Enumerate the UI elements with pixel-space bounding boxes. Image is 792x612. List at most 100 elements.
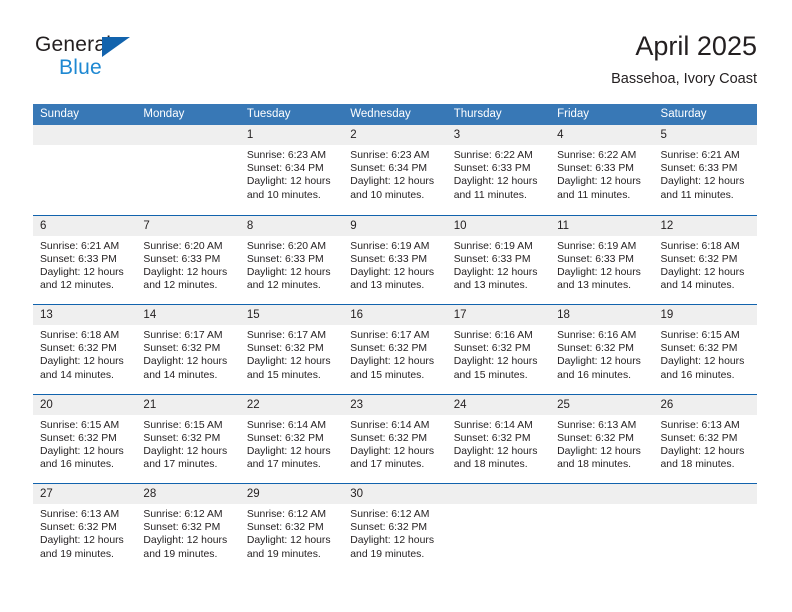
day-number: 9 (350, 219, 357, 232)
day-number: 29 (246, 488, 260, 500)
day-number-band: 24 (446, 394, 551, 415)
day-details: Sunrise: 6:20 AM Sunset: 6:33 PM Daylight:… (240, 236, 343, 293)
sunset-line: Sunset: 6:34 PM (350, 163, 428, 175)
day-number-band: 4 (550, 125, 654, 145)
day-details: Sunrise: 6:14 AM Sunset: 6:32 PM Daylight:… (343, 415, 446, 472)
calendar-day-cell[interactable]: 20 Sunrise: 6:15 AM Sunset: 6:32 PM Dayligh… (33, 394, 137, 484)
weekday-header-sunday: Sunday (40, 108, 80, 120)
calendar-day-cell[interactable]: 11 Sunrise: 6:19 AM Sunset: 6:33 PM Dayligh… (550, 215, 654, 305)
calendar-day-cell[interactable]: 19 Sunrise: 6:15 AM Sunset: 6:32 PM Dayligh… (653, 305, 757, 394)
daylight-line-1: Daylight: 12 hours (557, 266, 641, 278)
day-number-band (136, 125, 240, 145)
calendar-day-cell[interactable]: 27 Sunrise: 6:13 AM Sunset: 6:32 PM Dayligh… (33, 484, 137, 573)
calendar-day-cell[interactable]: 12 Sunrise: 6:18 AM Sunset: 6:32 PM Dayligh… (653, 215, 757, 305)
daylight-line-1: Daylight: 12 hours (40, 356, 124, 368)
sunset-line: Sunset: 6:33 PM (246, 253, 324, 265)
daylight-line-1: Daylight: 12 hours (246, 176, 331, 188)
day-details: Sunrise: 6:12 AM Sunset: 6:32 PM Daylight:… (343, 504, 446, 561)
calendar-day-cell[interactable]: 24 Sunrise: 6:14 AM Sunset: 6:32 PM Dayligh… (446, 394, 551, 484)
general-blue-logo[interactable]: General Blue (35, 33, 185, 83)
sunrise-line: Sunrise: 6:14 AM (350, 419, 430, 431)
calendar-day-cell[interactable]: 28 Sunrise: 6:12 AM Sunset: 6:32 PM Dayligh… (136, 484, 240, 573)
weekday-header-tuesday: Tuesday (246, 108, 291, 120)
day-number-band: 3 (446, 125, 551, 145)
day-number-band: 15 (239, 305, 344, 325)
sunrise-line: Sunrise: 6:12 AM (143, 509, 223, 520)
calendar-day-cell[interactable]: 9 Sunrise: 6:19 AM Sunset: 6:33 PM Daylight… (343, 215, 447, 305)
day-number: 24 (453, 398, 467, 411)
day-number-band: 12 (653, 215, 757, 236)
calendar-day-cell[interactable]: 6 Sunrise: 6:21 AM Sunset: 6:33 PM Daylight… (33, 215, 137, 305)
calendar-day-cell[interactable]: 7 Sunrise: 6:20 AM Sunset: 6:33 PM Daylight… (136, 215, 240, 305)
day-number: 26 (660, 398, 674, 411)
daylight-line-1: Daylight: 12 hours (246, 535, 331, 547)
sunrise-line: Sunrise: 6:21 AM (660, 150, 740, 161)
calendar-grid: Sunday Monday Tuesday Wednesday Thursday Frid… (33, 104, 757, 573)
calendar-day-cell[interactable]: 15 Sunrise: 6:17 AM Sunset: 6:32 PM Dayligh… (239, 305, 344, 394)
daylight-line-2: and 18 minutes. (453, 459, 528, 471)
calendar-day-cell[interactable]: 23 Sunrise: 6:14 AM Sunset: 6:32 PM Dayligh… (343, 394, 447, 484)
calendar-day-cell[interactable]: 18 Sunrise: 6:16 AM Sunset: 6:32 PM Dayligh… (550, 305, 654, 394)
calendar-day-cell[interactable]: 29 Sunrise: 6:12 AM Sunset: 6:32 PM Dayligh… (239, 484, 344, 573)
daylight-line-2: and 10 minutes. (246, 189, 321, 201)
daylight-line-1: Daylight: 12 hours (143, 445, 228, 457)
calendar-day-cell[interactable]: 17 Sunrise: 6:16 AM Sunset: 6:32 PM Dayligh… (446, 305, 551, 394)
calendar-day-cell[interactable]: 5 Sunrise: 6:21 AM Sunset: 6:33 PM Daylight… (653, 125, 757, 215)
calendar-day-cell[interactable]: 14 Sunrise: 6:17 AM Sunset: 6:32 PM Dayligh… (136, 305, 240, 394)
day-details: Sunrise: 6:13 AM Sunset: 6:32 PM Daylight:… (550, 415, 653, 472)
calendar-day-cell[interactable]: 10 Sunrise: 6:19 AM Sunset: 6:33 PM Dayligh… (446, 215, 551, 305)
sunrise-line: Sunrise: 6:13 AM (557, 419, 637, 431)
day-number-band: 6 (33, 215, 137, 236)
daylight-line-1: Daylight: 12 hours (660, 356, 745, 368)
day-number: 13 (40, 309, 53, 321)
sunrise-line: Sunrise: 6:13 AM (660, 419, 740, 431)
calendar-week-row: 20 Sunrise: 6:15 AM Sunset: 6:32 PM Dayligh… (33, 393, 757, 484)
day-number: 27 (40, 488, 53, 500)
day-number: 10 (453, 219, 467, 232)
calendar-day-cell[interactable]: 30 Sunrise: 6:12 AM Sunset: 6:32 PM Dayligh… (343, 484, 447, 573)
sunrise-line: Sunrise: 6:12 AM (246, 509, 326, 520)
calendar-day-cell[interactable]: 22 Sunrise: 6:14 AM Sunset: 6:32 PM Dayligh… (239, 394, 344, 484)
sunset-line: Sunset: 6:33 PM (350, 253, 428, 265)
calendar-day-cell[interactable]: 1 Sunrise: 6:23 AM Sunset: 6:34 PM Daylight… (239, 125, 344, 215)
calendar-day-cell[interactable]: 21 Sunrise: 6:15 AM Sunset: 6:32 PM Dayligh… (136, 394, 240, 484)
day-number-band (33, 125, 137, 145)
day-number: 1 (246, 129, 254, 141)
sunset-line: Sunset: 6:32 PM (350, 343, 428, 355)
calendar-day-cell-empty (550, 484, 654, 573)
sunset-line: Sunset: 6:33 PM (557, 253, 634, 265)
calendar-day-cell[interactable]: 26 Sunrise: 6:13 AM Sunset: 6:32 PM Dayligh… (653, 394, 757, 484)
sunset-line: Sunset: 6:32 PM (350, 522, 428, 534)
day-details: Sunrise: 6:15 AM Sunset: 6:32 PM Daylight:… (33, 415, 136, 472)
calendar-day-cell[interactable]: 8 Sunrise: 6:20 AM Sunset: 6:33 PM Daylight… (239, 215, 344, 305)
weekday-header-friday: Friday (557, 108, 590, 120)
calendar-day-cell[interactable]: 13 Sunrise: 6:18 AM Sunset: 6:32 PM Dayligh… (33, 305, 137, 394)
sunrise-line: Sunrise: 6:15 AM (660, 330, 740, 341)
day-number: 14 (143, 309, 157, 321)
daylight-line-2: and 16 minutes. (557, 369, 632, 381)
sunrise-line: Sunrise: 6:19 AM (557, 240, 637, 252)
daylight-line-1: Daylight: 12 hours (350, 445, 435, 457)
daylight-line-1: Daylight: 12 hours (143, 266, 228, 278)
page-title: April 2025 (635, 31, 757, 61)
calendar-day-cell[interactable]: 16 Sunrise: 6:17 AM Sunset: 6:32 PM Dayligh… (343, 305, 447, 394)
daylight-line-2: and 12 minutes. (40, 280, 114, 292)
day-details: Sunrise: 6:21 AM Sunset: 6:33 PM Daylight:… (33, 236, 136, 293)
calendar-day-cell[interactable]: 3 Sunrise: 6:22 AM Sunset: 6:33 PM Daylight… (446, 125, 551, 215)
day-number-band: 21 (136, 394, 240, 415)
sunset-line: Sunset: 6:32 PM (40, 522, 117, 534)
calendar-day-cell[interactable]: 4 Sunrise: 6:22 AM Sunset: 6:33 PM Daylight… (550, 125, 654, 215)
sunset-line: Sunset: 6:32 PM (246, 522, 324, 534)
day-number-band: 2 (343, 125, 447, 145)
daylight-line-2: and 14 minutes. (40, 369, 114, 381)
day-details: Sunrise: 6:18 AM Sunset: 6:32 PM Daylight:… (654, 236, 757, 293)
sunset-line: Sunset: 6:32 PM (453, 343, 531, 355)
day-details: Sunrise: 6:12 AM Sunset: 6:32 PM Daylight:… (136, 504, 239, 561)
day-details: Sunrise: 6:23 AM Sunset: 6:34 PM Daylight:… (240, 145, 343, 202)
calendar-day-cell[interactable]: 2 Sunrise: 6:23 AM Sunset: 6:34 PM Daylight… (343, 125, 447, 215)
logo-triangle-icon (102, 37, 130, 57)
daylight-line-1: Daylight: 12 hours (557, 176, 641, 188)
calendar-day-cell[interactable]: 25 Sunrise: 6:13 AM Sunset: 6:32 PM Dayligh… (550, 394, 654, 484)
sunrise-line: Sunrise: 6:18 AM (660, 240, 740, 252)
sunrise-line: Sunrise: 6:17 AM (143, 330, 223, 341)
